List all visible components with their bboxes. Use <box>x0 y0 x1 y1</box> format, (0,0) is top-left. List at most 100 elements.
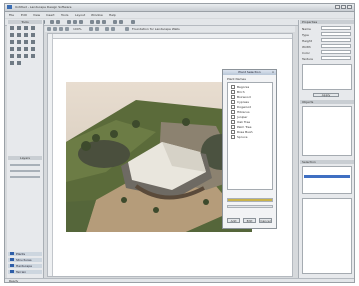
checkbox-icon[interactable] <box>125 27 129 31</box>
layer-icon[interactable] <box>105 27 109 31</box>
pointer-icon[interactable] <box>10 26 14 30</box>
tab-structures[interactable]: Structures <box>8 258 42 262</box>
select-icon[interactable] <box>67 20 71 24</box>
checkbox[interactable] <box>231 110 235 114</box>
dialog-close-icon[interactable]: × <box>271 70 275 74</box>
close-button[interactable] <box>347 5 352 9</box>
list-item[interactable]: Oak Tree <box>231 120 250 124</box>
menu-window[interactable]: Window <box>91 13 103 17</box>
tree-icon[interactable] <box>10 33 14 37</box>
maximize-button[interactable] <box>341 5 346 9</box>
view-3d-icon[interactable] <box>53 27 57 31</box>
list-item[interactable]: Spruce <box>231 135 247 139</box>
checkbox[interactable] <box>231 125 235 129</box>
checkbox[interactable] <box>231 90 235 94</box>
tab-plants[interactable]: Plants <box>8 252 42 256</box>
camera-icon[interactable] <box>119 20 123 24</box>
wall-tool-icon[interactable] <box>10 40 14 44</box>
menu-view[interactable]: View <box>33 13 40 17</box>
fence-icon[interactable] <box>17 40 21 44</box>
view-2d-icon[interactable] <box>47 27 51 31</box>
text-icon[interactable] <box>10 54 14 58</box>
orbit-icon[interactable] <box>59 27 63 31</box>
list-item[interactable]: Birch <box>231 90 245 94</box>
dimension-icon[interactable] <box>17 54 21 58</box>
list-item[interactable]: Dogwood <box>231 105 251 109</box>
undo-icon[interactable] <box>50 20 54 24</box>
path-tool-icon[interactable] <box>10 47 14 51</box>
checkbox[interactable] <box>231 130 235 134</box>
selected-row[interactable] <box>304 175 350 178</box>
menu-edit[interactable]: Edit <box>21 13 27 17</box>
label-icon[interactable] <box>17 61 21 65</box>
grid-icon[interactable] <box>89 27 93 31</box>
zoom-value[interactable]: 100% <box>73 27 82 31</box>
width-field[interactable] <box>321 44 351 48</box>
light-icon[interactable] <box>111 27 115 31</box>
list-item[interactable]: Cypress <box>231 100 249 104</box>
objects-list[interactable] <box>302 106 352 156</box>
cancel-button[interactable]: Cancel <box>259 218 272 223</box>
tab-hardscape[interactable]: Hardscape <box>8 264 42 268</box>
list-item[interactable]: Boxwood <box>231 95 251 99</box>
shrub-icon[interactable] <box>17 33 21 37</box>
list-item[interactable]: Hibiscus <box>231 110 250 114</box>
list-item[interactable]: Begonia <box>231 85 249 89</box>
add-button[interactable]: Add <box>227 218 240 223</box>
list-item[interactable]: Juniper <box>231 115 248 119</box>
pool-icon[interactable] <box>31 40 35 44</box>
minimize-button[interactable] <box>335 5 340 9</box>
list-item[interactable]: Rose Bush <box>231 130 253 134</box>
plant-icon[interactable] <box>90 20 94 24</box>
menu-tools[interactable]: Tools <box>61 13 68 17</box>
light-tool-icon[interactable] <box>31 47 35 51</box>
tab-terrain[interactable]: Terrain <box>8 270 42 274</box>
plant-list[interactable]: Begonia Birch Boxwood Cypress Dogwood Hi… <box>227 82 273 190</box>
flower-icon[interactable] <box>24 33 28 37</box>
terrain-icon[interactable] <box>24 54 28 58</box>
path-icon[interactable] <box>102 20 106 24</box>
checkbox[interactable] <box>231 95 235 99</box>
grass-icon[interactable] <box>31 33 35 37</box>
circle-icon[interactable] <box>31 26 35 30</box>
type-field[interactable] <box>321 32 351 36</box>
color-field[interactable] <box>321 50 351 54</box>
eraser-icon[interactable] <box>31 54 35 58</box>
menu-layout[interactable]: Layout <box>75 13 85 17</box>
layer-row[interactable] <box>10 170 40 172</box>
checkbox[interactable] <box>231 85 235 89</box>
checkbox[interactable] <box>231 100 235 104</box>
snap-icon[interactable] <box>95 27 99 31</box>
water-icon[interactable] <box>24 47 28 51</box>
measure-icon[interactable] <box>10 61 14 65</box>
checkbox[interactable] <box>231 135 235 139</box>
stone-icon[interactable] <box>17 47 21 51</box>
checkbox[interactable] <box>231 105 235 109</box>
walk-icon[interactable] <box>65 27 69 31</box>
name-field[interactable] <box>321 26 351 30</box>
height-field[interactable] <box>321 38 351 42</box>
selection-list[interactable] <box>302 166 352 194</box>
texture-field[interactable] <box>321 56 351 60</box>
layer-row[interactable] <box>10 164 40 166</box>
checkbox[interactable] <box>231 120 235 124</box>
edit-button[interactable]: Edit <box>243 218 256 223</box>
checkbox[interactable] <box>231 115 235 119</box>
pan-icon[interactable] <box>73 20 77 24</box>
menu-help[interactable]: Help <box>109 13 116 17</box>
wall-icon[interactable] <box>96 20 100 24</box>
dialog-title: Plant Selection <box>223 70 276 75</box>
redo-icon[interactable] <box>56 20 60 24</box>
print-icon[interactable] <box>131 20 135 24</box>
deck-icon[interactable] <box>24 40 28 44</box>
menu-file[interactable]: File <box>9 13 14 17</box>
list-item[interactable]: Palm Tree <box>231 125 251 129</box>
zoom-icon[interactable] <box>79 20 83 24</box>
details-list[interactable] <box>302 198 352 274</box>
line-icon[interactable] <box>17 26 21 30</box>
apply-button[interactable]: Apply <box>313 93 339 97</box>
rectangle-icon[interactable] <box>24 26 28 30</box>
layer-row[interactable] <box>10 176 40 178</box>
menu-insert[interactable]: Insert <box>46 13 55 17</box>
render-icon[interactable] <box>113 20 117 24</box>
